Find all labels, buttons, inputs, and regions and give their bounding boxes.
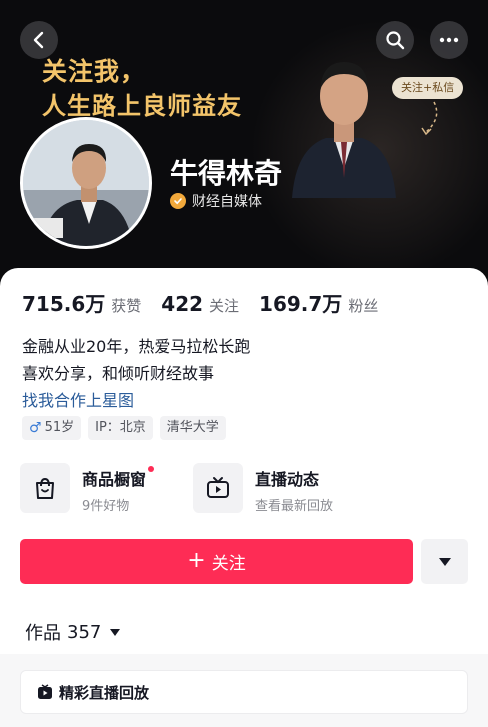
- live-replay-icon: [38, 684, 52, 699]
- verification-row: 财经自媒体: [170, 191, 262, 211]
- banner-headline: 关注我，: [42, 57, 147, 86]
- verification-label: 财经自媒体: [192, 194, 262, 210]
- avatar[interactable]: [20, 117, 152, 249]
- shopping-bag-icon: [20, 463, 70, 513]
- followers-label[interactable]: 粉丝: [348, 295, 378, 316]
- following-count[interactable]: 422: [161, 292, 203, 316]
- live-replay-entry[interactable]: 精彩直播回放: [20, 670, 468, 714]
- caret-down-icon: [110, 628, 121, 636]
- banner-person-image: [292, 62, 396, 198]
- bio-link[interactable]: 找我合作上星图: [22, 387, 134, 411]
- verified-check-icon: [170, 193, 186, 209]
- plus-icon: +: [187, 547, 206, 573]
- shop-window-title: 商品橱窗: [82, 466, 155, 490]
- likes-label: 获赞: [111, 297, 142, 315]
- profile-header: 关注我， 人生路上良师益友 关注+私信 牛得林奇 财经自媒体: [0, 0, 488, 290]
- more-button[interactable]: [430, 21, 468, 59]
- profile-tags: ♂ 51岁 IP：北京 清华大学: [22, 416, 226, 440]
- ip-tag: IP：北京: [88, 416, 153, 440]
- male-gender-icon: ♂: [29, 420, 42, 436]
- age-tag: ♂ 51岁: [22, 416, 82, 440]
- stats-row: 715.6万 获赞 422 关注 169.7万 粉丝: [22, 288, 398, 317]
- works-label: 作品: [25, 623, 61, 644]
- bio-line-1: 金融从业20年，热爱马拉松长跑: [22, 337, 251, 356]
- followers-count[interactable]: 169.7万: [259, 288, 342, 317]
- works-tab[interactable]: 作品 357: [25, 619, 121, 645]
- curved-arrow-icon: [421, 101, 438, 136]
- live-updates-title: 直播动态: [255, 470, 320, 489]
- likes-count: 715.6万: [22, 292, 106, 316]
- avatar-image: [23, 120, 149, 246]
- username: 牛得林奇: [170, 157, 283, 190]
- live-replay-label: 精彩直播回放: [59, 683, 150, 702]
- shop-window-entry[interactable]: 商品橱窗 9件好物: [20, 463, 155, 514]
- more-dots-icon: [439, 37, 459, 43]
- follow-message-pill: 关注+私信: [392, 77, 464, 99]
- live-updates-subtitle: 查看最新回放: [255, 499, 334, 514]
- shop-window-subtitle: 9件好物: [82, 499, 130, 514]
- following-label[interactable]: 关注: [209, 295, 239, 316]
- works-count: 357: [67, 621, 102, 643]
- school-tag[interactable]: 清华大学: [159, 416, 226, 440]
- live-tv-icon: [193, 463, 243, 513]
- banner-subheadline: 人生路上良师益友: [42, 92, 242, 120]
- bio-line-2: 喜欢分享，和倾听财经故事: [22, 364, 215, 383]
- recommend-dropdown-button[interactable]: [421, 539, 468, 584]
- notification-dot: [148, 466, 155, 472]
- live-updates-entry[interactable]: 直播动态 查看最新回放: [193, 463, 333, 514]
- back-chevron-icon: [33, 31, 44, 49]
- triangle-down-icon: [438, 557, 451, 566]
- follow-button[interactable]: + 关注: [20, 539, 413, 584]
- age-label: 51岁: [44, 420, 75, 435]
- follow-label: 关注: [211, 554, 246, 574]
